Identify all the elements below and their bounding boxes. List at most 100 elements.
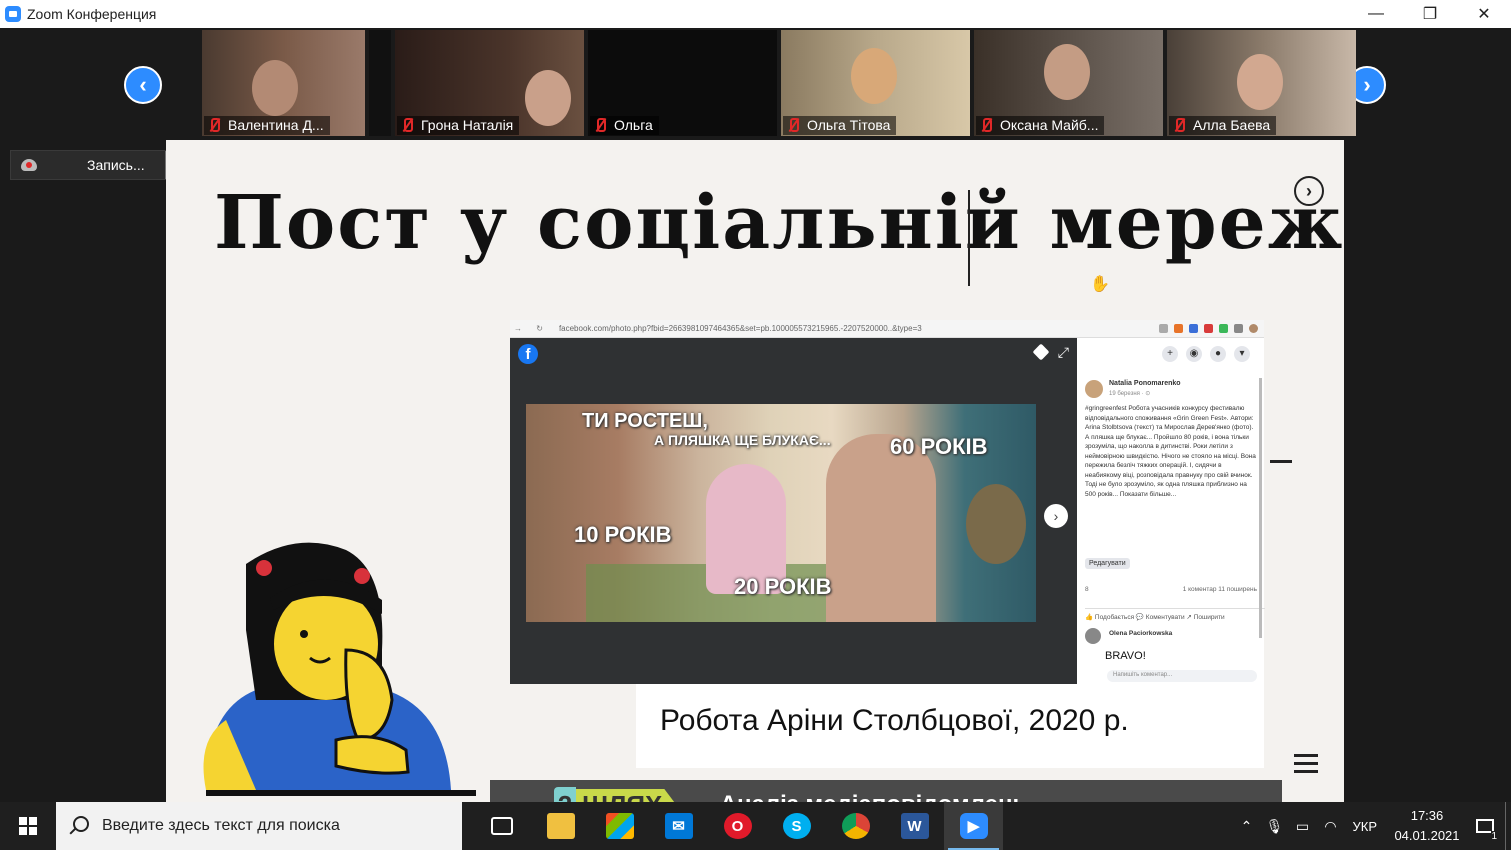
muted-mic-icon xyxy=(206,117,222,133)
search-input[interactable] xyxy=(102,817,442,835)
extension-icon xyxy=(1159,324,1168,333)
write-comment-field: Напишіть коментар... xyxy=(1107,670,1257,682)
window-titlebar: Zoom Конференция — ❐ ✕ xyxy=(0,0,1511,28)
footer-badge-word: ШЛЯХ xyxy=(575,789,677,802)
text-cursor-line xyxy=(968,190,970,286)
slide-caption: Робота Аріни Столбцової, 2020 р. xyxy=(660,704,1129,737)
battery-icon[interactable]: ▭ xyxy=(1288,818,1316,835)
participant-name: Ольга Тітова xyxy=(807,117,891,133)
system-tray: ⌃ 🎙 ▭ ◠ УКР 17:36 04.01.2021 1 xyxy=(1232,802,1511,850)
notifications-button[interactable]: 1 xyxy=(1465,802,1505,850)
participant-tile[interactable]: Оксана Майб... xyxy=(974,30,1163,136)
menu-icon[interactable] xyxy=(1294,754,1318,778)
reaction-count: 8 xyxy=(1085,586,1089,593)
edit-button: Редагувати xyxy=(1085,558,1130,569)
muted-mic-icon xyxy=(399,117,415,133)
photo-text: 20 РОКІВ xyxy=(734,574,832,599)
participant-tile[interactable]: Валентина Д... xyxy=(202,30,365,136)
task-view-button[interactable] xyxy=(472,802,531,850)
word-icon: W xyxy=(900,813,929,839)
recording-label: Запись... xyxy=(87,157,145,173)
participant-tile[interactable]: Алла Баева xyxy=(1167,30,1356,136)
footer-badge-number: 2 xyxy=(553,787,576,802)
photo-woman xyxy=(826,434,936,622)
slide-next-icon[interactable]: › xyxy=(1294,176,1324,206)
show-desktop-button[interactable] xyxy=(1505,802,1511,850)
participant-strip: Валентина Д... Грона Наталія Ольга Ольга… xyxy=(180,30,1356,136)
browser-extensions xyxy=(1159,324,1258,333)
wifi-icon[interactable]: ◠ xyxy=(1316,818,1344,835)
muted-mic-icon xyxy=(785,117,801,133)
participant-tile[interactable] xyxy=(369,30,391,136)
clock[interactable]: 17:36 04.01.2021 xyxy=(1389,806,1465,846)
bell-icon: ● xyxy=(1210,346,1226,362)
language-indicator[interactable]: УКР xyxy=(1352,819,1377,834)
clock-date: 04.01.2021 xyxy=(1394,828,1460,843)
footer-heading: Аналіз медіаповідомлень xyxy=(720,791,1027,802)
commenter-name: Olena Paciorkowska xyxy=(1109,630,1173,637)
mail-button[interactable]: ✉ xyxy=(649,802,708,850)
file-explorer-button[interactable] xyxy=(531,802,590,850)
close-button[interactable]: ✕ xyxy=(1457,0,1511,28)
post-actions: 👍 Подобається 💬 Коментувати ↗ Поширити xyxy=(1085,608,1265,621)
participant-tile[interactable]: Ольга xyxy=(588,30,777,136)
restore-button[interactable]: ❐ xyxy=(1403,0,1457,28)
windows-taskbar: ✉ O S W ▶ ⌃ 🎙 ▭ ◠ УКР 17:36 04.01.2021 1 xyxy=(0,802,1511,850)
slide-title: Пост у соціальній мережі xyxy=(214,180,1344,266)
zoom-taskbar-button[interactable]: ▶ xyxy=(944,802,1003,850)
participant-name: Ольга xyxy=(614,117,653,133)
photo-next-icon[interactable]: › xyxy=(1044,504,1068,528)
word-button[interactable]: W xyxy=(885,802,944,850)
extension-icon xyxy=(1189,324,1198,333)
girl-illustration xyxy=(203,542,476,796)
footer-badge: 2 ШЛЯХ xyxy=(553,785,677,802)
hand-cursor-icon: ✋ xyxy=(1090,276,1110,293)
chrome-button[interactable] xyxy=(826,802,885,850)
muted-mic-icon xyxy=(592,117,608,133)
photo-viewer: f ⤢ ТИ РОСТЕШ, А ПЛЯШКА ЩЕ БЛУКАЄ... 60 … xyxy=(510,338,1077,684)
muted-mic-icon xyxy=(978,117,994,133)
zoom-meeting-area: ‹ › Валентина Д... Грона Наталія Ольга О… xyxy=(0,28,1511,802)
start-button[interactable] xyxy=(0,802,56,850)
windows-logo-icon xyxy=(19,817,37,835)
post-date: 19 березня · ⊙ xyxy=(1109,391,1151,397)
facebook-logo-icon: f xyxy=(518,344,538,364)
chevron-down-icon: ▾ xyxy=(1234,346,1250,362)
taskbar-search[interactable] xyxy=(56,802,462,850)
slide-footer-bar: ------ 2 ШЛЯХ -- Аналіз медіаповідомлень… xyxy=(490,780,1282,802)
skype-button[interactable]: S xyxy=(767,802,826,850)
folder-icon xyxy=(546,813,575,839)
browser-address-bar: → ↻ facebook.com/photo.php?fbid=26639810… xyxy=(510,320,1264,338)
mail-icon: ✉ xyxy=(664,813,693,839)
prev-participants-button[interactable]: ‹ xyxy=(124,66,162,104)
zoom-app-icon xyxy=(5,6,21,22)
comment-text: BRAVO! xyxy=(1105,650,1146,662)
shared-screen: Пост у соціальній мережі › ✋ → ↻ faceboo… xyxy=(166,140,1344,802)
photo-text: 60 РОКІВ xyxy=(890,434,988,459)
participant-name: Алла Баева xyxy=(1193,117,1271,133)
opera-button[interactable]: O xyxy=(708,802,767,850)
notification-count: 1 xyxy=(1491,831,1497,842)
microphone-icon[interactable]: 🎙 xyxy=(1260,818,1288,835)
browser-url: facebook.com/photo.php?fbid=266398109746… xyxy=(558,324,922,333)
post-photo: ТИ РОСТЕШ, А ПЛЯШКА ЩЕ БЛУКАЄ... 60 РОКІ… xyxy=(526,404,1036,622)
participant-tile[interactable]: Ольга Тітова xyxy=(781,30,970,136)
post-text: #gringreenfest Робота учасників конкурсу… xyxy=(1085,405,1256,498)
window-title: Zoom Конференция xyxy=(27,6,157,22)
participant-name: Валентина Д... xyxy=(228,117,324,133)
comments-shares: 1 коментар 11 поширень xyxy=(1182,586,1257,593)
participant-name: Грона Наталія xyxy=(421,117,514,133)
muted-mic-icon xyxy=(1171,117,1187,133)
minimize-button[interactable]: — xyxy=(1349,0,1403,28)
chevron-up-icon[interactable]: ⌃ xyxy=(1232,818,1260,835)
store-button[interactable] xyxy=(590,802,649,850)
plus-icon: + xyxy=(1162,346,1178,362)
participant-tile[interactable]: Грона Наталія xyxy=(395,30,584,136)
commenter-avatar xyxy=(1085,628,1101,644)
opera-icon: O xyxy=(723,813,752,839)
tag-icon xyxy=(1032,343,1050,361)
extension-icon xyxy=(1249,324,1258,333)
facebook-screenshot: → ↻ facebook.com/photo.php?fbid=26639810… xyxy=(510,320,1265,684)
photo-text: ТИ РОСТЕШ, xyxy=(582,410,708,432)
store-icon xyxy=(605,813,634,839)
